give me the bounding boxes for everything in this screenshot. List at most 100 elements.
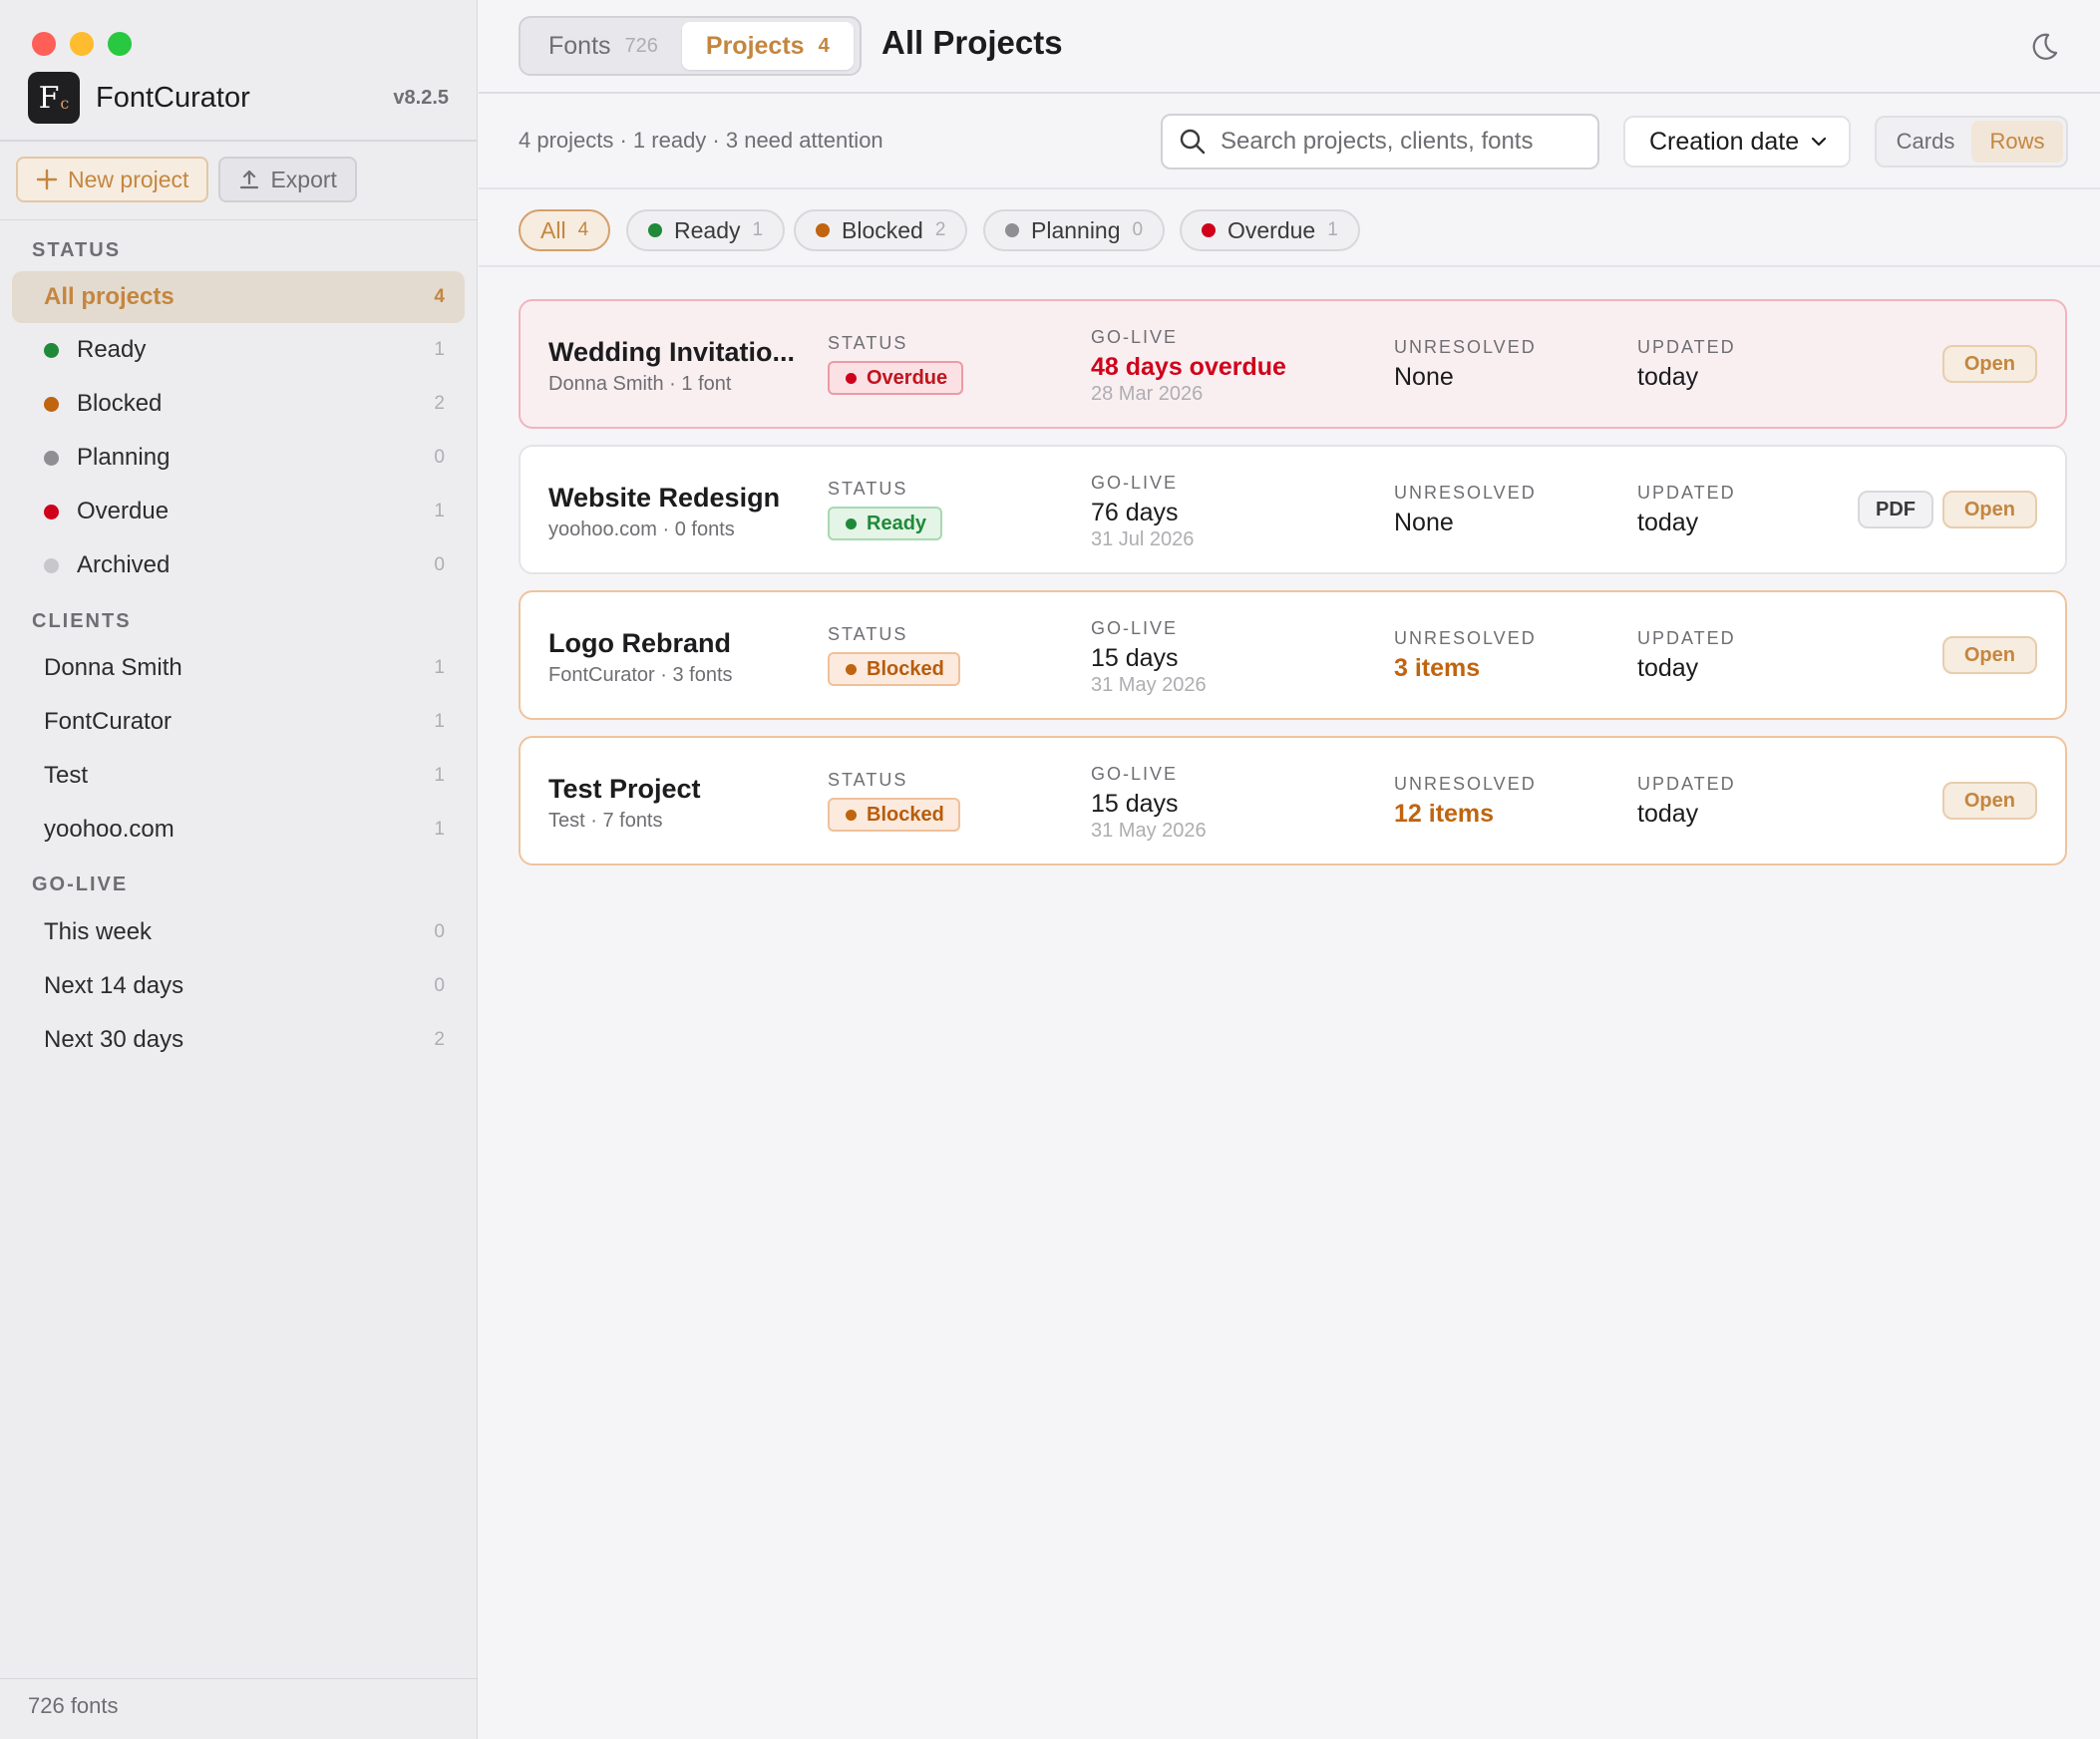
status-dot bbox=[44, 396, 59, 412]
sidebar-item-blocked[interactable]: Blocked 2 bbox=[12, 378, 465, 430]
sidebar-item-label: FontCurator bbox=[44, 708, 173, 735]
sort-dropdown[interactable]: Creation date bbox=[1623, 116, 1851, 168]
status-text: Overdue bbox=[867, 366, 948, 389]
sidebar-item-planning[interactable]: Planning 0 bbox=[12, 432, 465, 484]
golive-value: 48 days overdue bbox=[1091, 353, 1286, 381]
view-rows-button[interactable]: Rows bbox=[1971, 121, 2063, 163]
window-controls bbox=[32, 32, 132, 56]
sidebar-item-client-yoohoo[interactable]: yoohoo.com 1 bbox=[12, 804, 465, 856]
status-column-label: STATUS bbox=[828, 479, 908, 499]
tab-projects[interactable]: Projects 4 bbox=[681, 22, 854, 70]
sidebar-item-this-week[interactable]: This week 0 bbox=[12, 906, 465, 958]
sidebar-item-label: Donna Smith bbox=[44, 654, 182, 681]
plus-icon bbox=[36, 169, 58, 190]
sidebar-item-count: 0 bbox=[434, 921, 445, 942]
sidebar-item-overdue[interactable]: Overdue 1 bbox=[12, 486, 465, 537]
golive-date: 31 May 2026 bbox=[1091, 674, 1207, 696]
status-text: Blocked bbox=[867, 803, 944, 826]
status-badge: Ready bbox=[828, 507, 943, 540]
sidebar: Fc FontCurator v8.2.5 New project Export… bbox=[0, 0, 478, 1739]
filter-chip-all[interactable]: All 4 bbox=[519, 209, 611, 251]
sidebar-item-count: 1 bbox=[434, 501, 445, 522]
sidebar-divider bbox=[0, 140, 477, 142]
project-row[interactable]: Wedding Invitatio... Donna Smith · 1 fon… bbox=[519, 299, 2067, 429]
chip-count: 0 bbox=[1132, 219, 1144, 240]
status-dot bbox=[816, 223, 830, 237]
sidebar-item-count: 0 bbox=[434, 975, 445, 996]
sidebar-item-label: yoohoo.com bbox=[44, 816, 175, 843]
tab-count: 726 bbox=[624, 34, 658, 57]
golive-section-label: GO-LIVE bbox=[32, 873, 129, 895]
search-input[interactable] bbox=[1221, 128, 1579, 156]
project-name: Wedding Invitatio... bbox=[548, 337, 795, 367]
sidebar-item-next-30-days[interactable]: Next 30 days 2 bbox=[12, 1014, 465, 1066]
sidebar-item-client-donna-smith[interactable]: Donna Smith 1 bbox=[12, 642, 465, 694]
sidebar-item-count: 1 bbox=[434, 819, 445, 840]
sidebar-item-ready[interactable]: Ready 1 bbox=[12, 324, 465, 376]
open-button[interactable]: Open bbox=[1941, 782, 2037, 820]
status-badge: Blocked bbox=[828, 798, 960, 832]
sidebar-item-label: Next 14 days bbox=[44, 972, 184, 999]
filter-chip-ready[interactable]: Ready 1 bbox=[626, 209, 786, 251]
tab-fonts[interactable]: Fonts 726 bbox=[525, 22, 682, 70]
open-button[interactable]: Open bbox=[1941, 491, 2037, 528]
filter-chip-blocked[interactable]: Blocked 2 bbox=[794, 209, 968, 251]
project-row[interactable]: Test Project Test · 7 fonts STATUS Block… bbox=[519, 736, 2067, 866]
open-button[interactable]: Open bbox=[1941, 345, 2037, 383]
sidebar-footer-divider bbox=[0, 1678, 477, 1679]
unresolved-column-label: UNRESOLVED bbox=[1394, 774, 1537, 794]
sidebar-item-client-test[interactable]: Test 1 bbox=[12, 750, 465, 802]
sidebar-item-client-fontcurator[interactable]: FontCurator 1 bbox=[12, 696, 465, 748]
chip-label: Overdue bbox=[1227, 216, 1316, 243]
project-name: Test Project bbox=[548, 774, 701, 804]
top-bar: Fonts 726 Projects 4 All Projects bbox=[479, 0, 2100, 94]
view-cards-button[interactable]: Cards bbox=[1880, 121, 1971, 163]
chip-count: 4 bbox=[577, 219, 589, 240]
unresolved-value: 12 items bbox=[1394, 800, 1495, 828]
close-window-button[interactable] bbox=[32, 32, 56, 56]
export-label: Export bbox=[270, 166, 337, 192]
sidebar-item-count: 0 bbox=[434, 447, 445, 468]
app-brand: Fc FontCurator v8.2.5 bbox=[28, 72, 449, 124]
status-text: Ready bbox=[867, 512, 927, 534]
updated-value: today bbox=[1637, 800, 1699, 828]
updated-column-label: UPDATED bbox=[1637, 774, 1736, 794]
app-version: v8.2.5 bbox=[393, 86, 449, 109]
sidebar-item-label: All projects bbox=[44, 283, 175, 310]
zoom-window-button[interactable] bbox=[108, 32, 132, 56]
toolbar: 4 projects · 1 ready · 3 need attention … bbox=[479, 96, 2100, 189]
sidebar-item-label: Overdue bbox=[77, 498, 170, 524]
search-box bbox=[1161, 114, 1599, 170]
export-button[interactable]: Export bbox=[218, 157, 357, 202]
project-row[interactable]: Website Redesign yoohoo.com · 0 fonts ST… bbox=[519, 445, 2067, 574]
page-title: All Projects bbox=[881, 24, 1063, 61]
status-dot bbox=[648, 223, 662, 237]
pdf-button[interactable]: PDF bbox=[1858, 491, 1933, 528]
updated-value: today bbox=[1637, 363, 1699, 391]
sidebar-item-next-14-days[interactable]: Next 14 days 0 bbox=[12, 960, 465, 1012]
new-project-label: New project bbox=[68, 166, 189, 192]
sidebar-item-all-projects[interactable]: All projects 4 bbox=[12, 271, 465, 323]
sidebar-actions: New project Export bbox=[16, 157, 357, 202]
filter-chip-overdue[interactable]: Overdue 1 bbox=[1180, 209, 1360, 251]
sidebar-item-count: 1 bbox=[434, 339, 445, 360]
status-dot bbox=[1202, 223, 1216, 237]
chip-count: 1 bbox=[752, 219, 764, 240]
font-count-footer: 726 fonts bbox=[28, 1693, 119, 1718]
chip-label: All bbox=[540, 216, 566, 243]
project-row[interactable]: Logo Rebrand FontCurator · 3 fonts STATU… bbox=[519, 590, 2067, 720]
minimize-window-button[interactable] bbox=[70, 32, 94, 56]
dark-mode-moon-icon[interactable] bbox=[2026, 30, 2060, 64]
new-project-button[interactable]: New project bbox=[16, 157, 209, 202]
open-button[interactable]: Open bbox=[1941, 636, 2037, 674]
tab-count: 4 bbox=[818, 34, 830, 57]
section-switcher: Fonts 726 Projects 4 bbox=[519, 16, 862, 76]
status-section-label: STATUS bbox=[32, 239, 122, 261]
status-badge: Overdue bbox=[828, 361, 964, 395]
filter-chip-planning[interactable]: Planning 0 bbox=[983, 209, 1166, 251]
status-column-label: STATUS bbox=[828, 624, 908, 644]
updated-value: today bbox=[1637, 654, 1699, 682]
golive-column-label: GO-LIVE bbox=[1091, 473, 1179, 493]
sidebar-item-label: Next 30 days bbox=[44, 1026, 184, 1053]
sidebar-item-archived[interactable]: Archived 0 bbox=[12, 539, 465, 591]
